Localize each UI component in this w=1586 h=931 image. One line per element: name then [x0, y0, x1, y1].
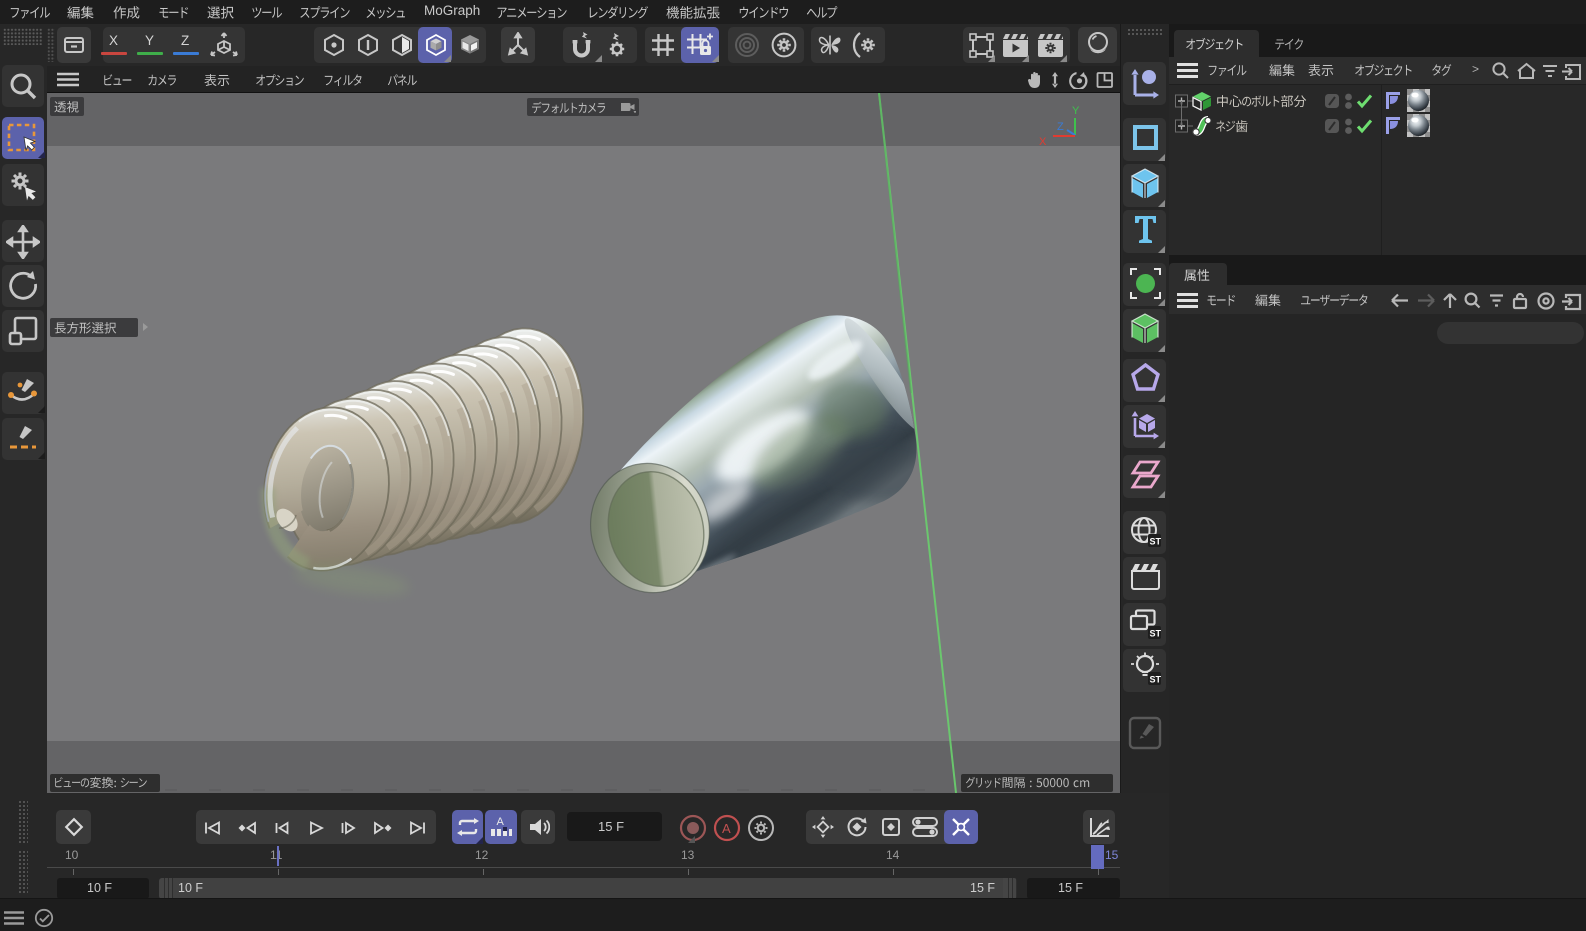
svg-text:X: X	[1039, 136, 1047, 148]
svg-text:ST: ST	[1150, 629, 1162, 639]
svg-text:A: A	[722, 821, 731, 836]
svg-text:ST: ST	[1150, 537, 1162, 547]
svg-text:ST: ST	[1150, 675, 1162, 685]
svg-text:A: A	[497, 816, 505, 828]
svg-text:Z: Z	[1057, 121, 1064, 133]
svg-text:Y: Y	[1072, 105, 1080, 117]
